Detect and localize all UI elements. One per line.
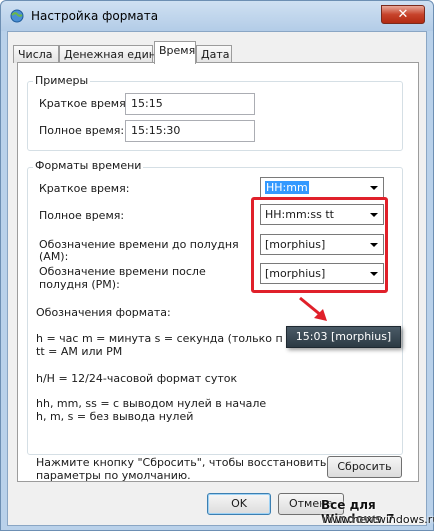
highlight-frame [251, 197, 388, 293]
format-notation-line: h = час m = минута s = секунда (только п… [36, 332, 282, 345]
tab-numbers[interactable]: Числа [13, 45, 59, 63]
window-title: Настройка формата [31, 9, 159, 23]
tab-label: Время [159, 44, 196, 57]
example-short-time-field: 15:15 [125, 93, 255, 115]
format-notation-line: h, m, s = без вывода нулей [36, 410, 194, 423]
format-notation-line: tt = AM или PM [36, 345, 123, 358]
format-notation-title: Обозначения формата: [36, 306, 171, 319]
example-short-time-value: 15:15 [131, 97, 163, 110]
chevron-down-icon [370, 186, 378, 190]
reset-button[interactable]: Сбросить [327, 456, 402, 478]
am-symbol-label-line1: Обозначение времени до полудня [39, 238, 239, 251]
time-preview-tooltip: 15:03 [morphius] [286, 326, 401, 348]
long-time-format-label: Полное время: [39, 209, 125, 222]
tab-currency[interactable]: Денежная единица [59, 45, 177, 63]
tab-date[interactable]: Дата [196, 45, 232, 63]
tab-label: Числа [18, 48, 53, 61]
title-bar: Настройка формата ✕ [1, 1, 433, 31]
watermark-url: www.nextwindows.ru [323, 513, 434, 526]
reset-hint-line1: Нажмите кнопку "Сбросить", чтобы восстан… [36, 456, 327, 469]
example-long-time-field: 15:15:30 [125, 120, 255, 142]
examples-group-label: Примеры [33, 74, 91, 87]
pm-symbol-label-line1: Обозначение времени после [39, 265, 206, 278]
format-notation-line: hh, mm, ss = с выводом нулей в начале [36, 397, 267, 410]
short-time-format-label: Краткое время: [39, 182, 130, 195]
tab-label: Дата [201, 48, 230, 61]
close-button[interactable]: ✕ [381, 5, 425, 24]
short-time-format-select[interactable]: HH:mm [260, 177, 384, 198]
example-long-label: Полное время: [39, 124, 125, 137]
ok-button[interactable]: OK [207, 493, 271, 515]
close-icon[interactable]: ✕ [398, 7, 409, 22]
time-preview-text: 15:03 [morphius] [295, 330, 392, 343]
ok-button-label: OK [231, 497, 247, 510]
example-long-time-value: 15:15:30 [131, 124, 181, 137]
globe-icon [10, 9, 24, 23]
format-settings-window: Настройка формата ✕ Числа Денежная едини… [0, 0, 434, 531]
pm-symbol-label-line2: полудня (PM): [39, 278, 120, 291]
format-notation-line: h/H = 12/24-часовой формат суток [36, 372, 238, 385]
reset-button-label: Сбросить [337, 460, 392, 473]
arrow-annotation-icon [299, 296, 327, 321]
tab-time[interactable]: Время [154, 41, 196, 64]
example-short-label: Краткое время: [39, 97, 130, 110]
short-time-format-value: HH:mm [265, 181, 309, 194]
reset-hint-line2: параметры по умолчанию. [36, 469, 191, 482]
time-formats-group-label: Форматы времени [33, 159, 144, 172]
am-symbol-label-line2: (AM): [39, 250, 69, 263]
